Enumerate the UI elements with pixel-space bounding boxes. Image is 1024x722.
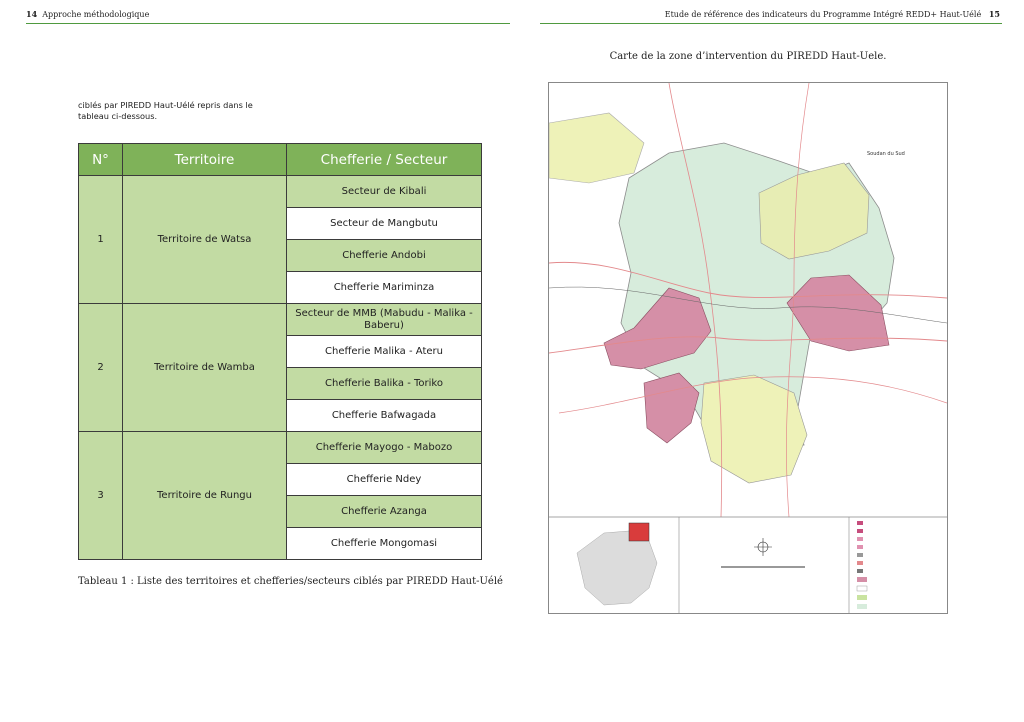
legend-swatch (857, 529, 863, 533)
table-row: 2 Territoire de Wamba Secteur de MMB (Ma… (78, 303, 482, 432)
group-number: 2 (78, 303, 123, 432)
sector-cell: Chefferie Azanga (286, 495, 482, 528)
group-number: 3 (78, 431, 123, 560)
left-page-number: 14 (26, 9, 38, 19)
table-caption: Tableau 1 : Liste des territoires et che… (78, 576, 503, 587)
map-legend (856, 521, 868, 609)
territoire-cell: Territoire de Wamba (122, 303, 287, 432)
column-header-number: N° (78, 143, 123, 176)
legend-swatch (857, 561, 863, 565)
legend-swatch (857, 595, 867, 600)
locator-highlight (628, 522, 650, 542)
sector-cell: Secteur de MMB (Mabudu - Malika - Baberu… (286, 303, 482, 336)
column-header-chefferie: Chefferie / Secteur (286, 143, 482, 176)
group-number: 1 (78, 175, 123, 304)
country-label: Soudan du Sud (867, 151, 905, 157)
sector-cell: Chefferie Andobi (286, 239, 482, 272)
column-header-territoire: Territoire (122, 143, 287, 176)
intervention-map: Soudan du Sud (548, 82, 948, 614)
sector-cell: Chefferie Mayogo - Mabozo (286, 431, 482, 464)
left-page-title: Approche méthodologique (42, 10, 150, 19)
legend-swatch (857, 604, 867, 609)
legend-swatch (856, 585, 868, 592)
table-header-row: N° Territoire Chefferie / Secteur (78, 143, 482, 176)
left-page-header: 14 Approche méthodologique (26, 9, 149, 19)
intro-paragraph: ciblés par PIREDD Haut-Uélé repris dans … (78, 100, 253, 121)
legend-swatch (857, 521, 863, 525)
left-header-rule (26, 23, 510, 24)
sector-cell: Chefferie Mongomasi (286, 527, 482, 560)
legend-swatch (857, 553, 863, 557)
legend-swatch (857, 577, 867, 582)
right-page-header: Etude de référence des indicateurs du Pr… (665, 9, 1000, 19)
locator-country-shape (576, 530, 658, 606)
sector-cell: Chefferie Bafwagada (286, 399, 482, 432)
compass-icon (754, 538, 772, 556)
territoire-cell: Territoire de Watsa (122, 175, 287, 304)
map-title: Carte de la zone d’intervention du PIRED… (609, 51, 887, 62)
territoire-cell: Territoire de Rungu (122, 431, 287, 560)
sector-cell: Chefferie Mariminza (286, 271, 482, 304)
right-page-number: 15 (988, 9, 1000, 19)
table-row: 3 Territoire de Rungu Chefferie Mayogo -… (78, 431, 482, 560)
map-image: Soudan du Sud (548, 82, 948, 613)
right-page-title: Etude de référence des indicateurs du Pr… (664, 10, 982, 19)
sector-cell: Chefferie Ndey (286, 463, 482, 496)
legend-swatch (857, 569, 863, 573)
sector-cell: Secteur de Mangbutu (286, 207, 482, 240)
legend-swatch (857, 537, 863, 541)
sector-cell: Secteur de Kibali (286, 175, 482, 208)
sector-cell: Chefferie Balika - Toriko (286, 367, 482, 400)
right-header-rule (540, 23, 1002, 24)
sector-cell: Chefferie Malika - Ateru (286, 335, 482, 368)
table-row: 1 Territoire de Watsa Secteur de Kibali (78, 175, 482, 304)
legend-swatch (857, 545, 863, 549)
territories-table: N° Territoire Chefferie / Secteur 1 Terr… (78, 143, 482, 560)
